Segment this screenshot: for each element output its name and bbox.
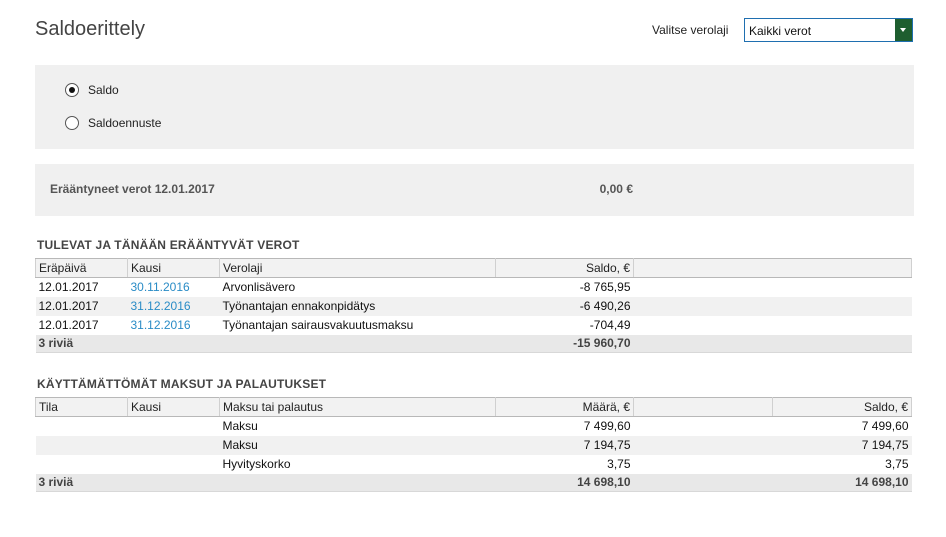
cell-status [36, 417, 128, 436]
cell-amount: 3,75 [607, 457, 631, 471]
unused-section-title: KÄYTTÄMÄTTÖMÄT MAKSUT JA PALAUTUKSET [37, 377, 327, 391]
total-label: 3 riviä [35, 334, 128, 353]
cell-balance: -704,49 [589, 318, 631, 332]
cell-tax-type: Työnantajan ennakonpidätys [219, 296, 496, 316]
column-header-balance[interactable]: Saldo, € [772, 397, 912, 417]
tax-type-select-value: Kaikki verot [749, 24, 812, 38]
column-header-empty [633, 397, 773, 417]
period-link[interactable]: 30.11.2016 [131, 280, 190, 294]
table-row: Hyvityskorko 3,75 3,75 [36, 455, 912, 474]
column-header-amount[interactable]: Määrä, € [495, 397, 634, 417]
table-row: Maksu 7 499,60 7 499,60 [36, 417, 912, 436]
table-header-row: Tila Kausi Maksu tai palautus Määrä, € S… [35, 397, 912, 417]
cell-amount: 7 499,60 [583, 419, 631, 434]
overdue-label: Erääntyneet verot 12.01.2017 [50, 182, 215, 196]
tax-type-select[interactable]: Kaikki verot [744, 18, 913, 42]
cell-period [128, 455, 220, 474]
column-header-status[interactable]: Tila [35, 397, 128, 417]
table-row: 12.01.2017 31.12.2016 Työnantajan sairau… [36, 316, 912, 335]
tax-type-label: Valitse verolaji [652, 23, 729, 37]
page-title: Saldoerittely [35, 18, 146, 40]
total-balance: -15 960,70 [495, 334, 634, 353]
table-total-row: 3 riviä 14 698,10 14 698,10 [35, 473, 912, 492]
cell-tax-type: Arvonlisävero [222, 280, 296, 295]
total-amount: 14 698,10 [495, 473, 634, 492]
column-header-due-date[interactable]: Eräpäivä [35, 258, 128, 278]
table-row: Maksu 7 194,75 7 194,75 [35, 435, 912, 455]
radio-saldoennuste-label: Saldoennuste [88, 116, 162, 130]
table-row: 12.01.2017 31.12.2016 Työnantajan ennako… [35, 296, 912, 316]
overdue-panel: Erääntyneet verot 12.01.2017 0,00 € [35, 164, 914, 216]
cell-due-date: 12.01.2017 [38, 280, 99, 295]
radio-saldoennuste-button[interactable] [65, 116, 79, 130]
cell-amount: 7 194,75 [495, 435, 634, 455]
chevron-down-icon[interactable] [895, 19, 912, 41]
cell-due-date: 12.01.2017 [38, 318, 99, 332]
table-row: 12.01.2017 30.11.2016 Arvonlisävero -8 7… [36, 278, 912, 297]
radio-saldo-button[interactable] [65, 83, 79, 97]
cell-period [127, 435, 220, 455]
column-header-period[interactable]: Kausi [127, 258, 220, 278]
table-total-row: 3 riviä -15 960,70 [35, 334, 912, 353]
cell-balance: -6 490,26 [495, 296, 634, 316]
unused-table: Tila Kausi Maksu tai palautus Määrä, € S… [35, 397, 912, 492]
upcoming-table: Eräpäivä Kausi Verolaji Saldo, € 12.01.2… [35, 258, 912, 353]
table-header-row: Eräpäivä Kausi Verolaji Saldo, € [35, 258, 912, 278]
cell-status [35, 435, 128, 455]
total-balance: 14 698,10 [772, 473, 912, 492]
cell-period [128, 417, 220, 436]
cell-status [36, 455, 128, 474]
cell-balance: 7 499,60 [861, 419, 909, 434]
upcoming-section-title: TULEVAT JA TÄNÄÄN ERÄÄNTYVÄT VEROT [37, 238, 300, 252]
period-link[interactable]: 31.12.2016 [131, 299, 191, 313]
cell-item: Hyvityskorko [222, 457, 291, 471]
radio-saldo-label: Saldo [88, 83, 119, 97]
cell-item: Maksu [222, 419, 258, 434]
column-header-empty [633, 258, 912, 278]
balance-mode-panel: Saldo Saldoennuste [35, 65, 914, 149]
cell-item: Maksu [219, 435, 496, 455]
cell-balance: 3,75 [885, 457, 909, 471]
cell-balance: 7 194,75 [772, 435, 912, 455]
column-header-balance[interactable]: Saldo, € [495, 258, 634, 278]
column-header-payment-or-refund[interactable]: Maksu tai palautus [219, 397, 496, 417]
total-label: 3 riviä [35, 473, 128, 492]
cell-due-date: 12.01.2017 [35, 296, 128, 316]
column-header-tax-type[interactable]: Verolaji [219, 258, 496, 278]
radio-saldo[interactable]: Saldo [65, 83, 119, 97]
overdue-amount: 0,00 € [599, 182, 633, 196]
cell-tax-type: Työnantajan sairausvakuutusmaksu [222, 318, 414, 332]
period-link[interactable]: 31.12.2016 [131, 318, 191, 332]
column-header-period[interactable]: Kausi [127, 397, 220, 417]
radio-saldoennuste[interactable]: Saldoennuste [65, 116, 161, 130]
cell-balance: -8 765,95 [579, 280, 631, 295]
